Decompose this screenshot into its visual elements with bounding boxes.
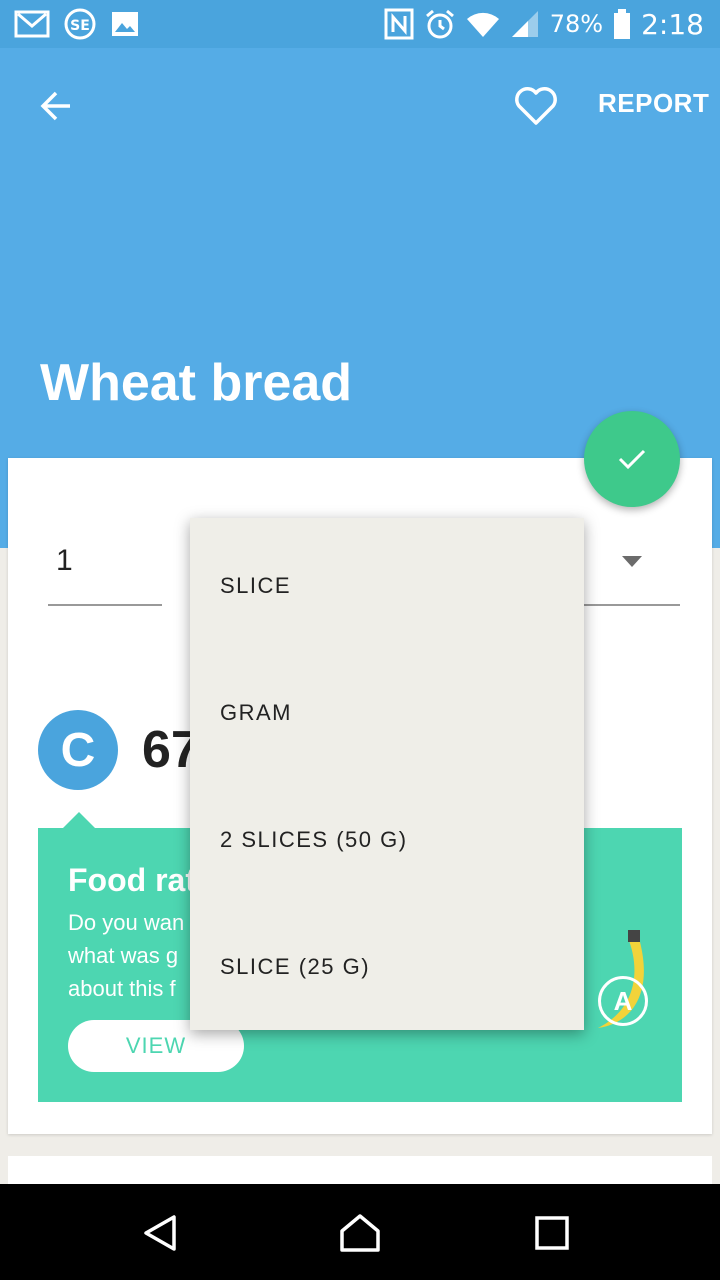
alarm-icon xyxy=(425,9,454,39)
battery-icon xyxy=(614,9,631,39)
signal-icon xyxy=(511,11,538,37)
nav-home-icon xyxy=(340,1214,380,1252)
nav-recents-icon xyxy=(535,1216,569,1250)
quantity-value: 1 xyxy=(56,544,73,577)
unit-option-gram[interactable]: GRAM xyxy=(190,649,584,776)
nfc-icon xyxy=(384,8,414,40)
image-icon xyxy=(112,12,138,36)
system-nav-bar xyxy=(0,1184,720,1280)
page-title: Wheat bread xyxy=(40,354,353,412)
dropdown-arrow-icon xyxy=(622,556,642,567)
se-icon: SE xyxy=(64,8,96,40)
grade-badge: C xyxy=(38,710,118,790)
confirm-button[interactable] xyxy=(584,411,680,507)
next-card xyxy=(8,1156,712,1186)
gmail-icon xyxy=(14,10,50,38)
favorite-button[interactable] xyxy=(508,78,564,134)
check-icon xyxy=(618,449,646,470)
svg-text:SE: SE xyxy=(70,18,90,34)
panel-pointer xyxy=(62,812,96,829)
nav-recents-button[interactable] xyxy=(527,1208,577,1258)
arrow-back-icon xyxy=(40,91,70,121)
wifi-icon xyxy=(466,12,499,37)
status-bar: SE 78% 2:18 xyxy=(0,0,720,48)
status-right: 78% 2:18 xyxy=(384,6,704,42)
unit-dropdown-menu: SLICE GRAM 2 SLICES (50 G) SLICE (25 G) xyxy=(190,518,584,1030)
nav-back-button[interactable] xyxy=(135,1208,185,1258)
unit-option-2-slices[interactable]: 2 SLICES (50 G) xyxy=(190,776,584,903)
clock: 2:18 xyxy=(641,7,704,41)
unit-option-slice-25g[interactable]: SLICE (25 G) xyxy=(190,903,584,1030)
rating-title: Food rat xyxy=(68,862,196,898)
quantity-input[interactable]: 1 xyxy=(48,528,162,606)
unit-option-slice[interactable]: SLICE xyxy=(190,522,584,649)
report-button[interactable]: REPORT xyxy=(598,88,709,119)
back-button[interactable] xyxy=(28,78,84,134)
heart-icon xyxy=(515,87,557,125)
nav-back-icon xyxy=(144,1215,176,1251)
battery-percent: 78% xyxy=(549,10,604,38)
notification-icons: SE xyxy=(14,8,140,40)
grade-a-badge: A xyxy=(598,976,648,1026)
nav-home-button[interactable] xyxy=(335,1208,385,1258)
